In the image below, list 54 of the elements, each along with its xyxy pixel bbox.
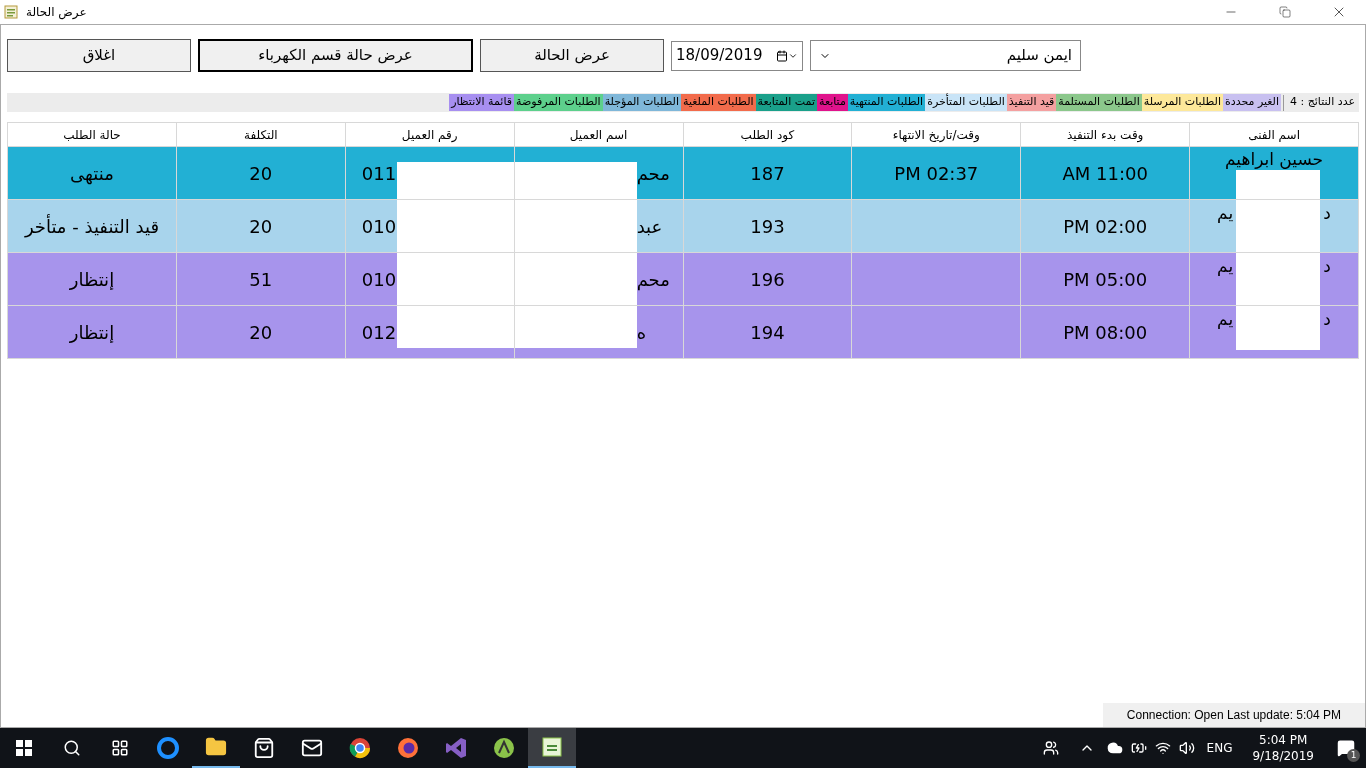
legend-tag: الطلبات الملغية bbox=[681, 94, 756, 111]
volume-icon[interactable] bbox=[1178, 740, 1195, 756]
app-icon bbox=[4, 5, 18, 19]
table-cell-text: 012 bbox=[361, 320, 397, 345]
table-cell: 20 bbox=[176, 306, 346, 359]
table-cell-text: يم bbox=[1217, 308, 1235, 330]
table-cell-text: د bbox=[1322, 308, 1331, 330]
legend-tag: الطلبات المستلمة bbox=[1056, 94, 1142, 111]
battery-icon[interactable] bbox=[1130, 740, 1147, 756]
action-button[interactable]: عرض الحالة bbox=[480, 39, 664, 72]
calendar-icon bbox=[776, 49, 788, 62]
action-button[interactable]: عرض حالة قسم الكهرباء bbox=[198, 39, 473, 72]
notification-badge: 1 bbox=[1347, 749, 1360, 762]
table-cell-text: 010 bbox=[361, 214, 397, 239]
table-cell-text: د bbox=[1322, 255, 1331, 277]
legend-tag: الطلبات المرفوضة bbox=[514, 94, 603, 111]
wifi-icon[interactable] bbox=[1154, 740, 1171, 756]
date-picker[interactable]: 18/09/2019 bbox=[671, 40, 803, 71]
language-indicator[interactable]: ENG bbox=[1206, 739, 1233, 757]
legend-tag: قائمة الانتظار bbox=[449, 94, 514, 111]
technician-dropdown[interactable]: ايمن سليم bbox=[810, 40, 1081, 71]
restore-icon bbox=[1279, 6, 1291, 18]
legend-tag: متابعة bbox=[817, 94, 848, 111]
legend-tag: الغير محددة bbox=[1222, 94, 1281, 111]
app-taskbar-icon[interactable] bbox=[528, 728, 576, 768]
clock[interactable]: 5:04 PM 9/18/2019 bbox=[1252, 732, 1314, 764]
table-cell-text: د bbox=[1322, 202, 1331, 224]
people-icon[interactable] bbox=[1042, 740, 1059, 756]
window-title: عرض الحالة bbox=[26, 4, 87, 21]
task-view-icon bbox=[111, 739, 129, 757]
legend-tag: الطلبات المؤجلة bbox=[602, 94, 681, 111]
table-cell-text: 010 bbox=[361, 267, 397, 292]
table-cell-text: حسين ابراهيم bbox=[1225, 148, 1324, 170]
notification-button[interactable]: 1 bbox=[1326, 728, 1366, 768]
legend-tag: الطلبات المتأخرة bbox=[925, 94, 1007, 111]
windows-icon bbox=[16, 740, 32, 756]
table-cell-text: عبد bbox=[636, 214, 663, 239]
legend-tag: الطلبات المرسلة bbox=[1141, 94, 1223, 111]
legend-tag: قيد التنفيذ bbox=[1006, 94, 1057, 111]
table-cell: 194 bbox=[683, 306, 853, 359]
cloud-icon[interactable] bbox=[1106, 740, 1123, 756]
table-cell-text: محم bbox=[636, 267, 670, 293]
action-button[interactable]: اغلاق bbox=[7, 39, 191, 72]
table-cell-text: يم bbox=[1217, 255, 1235, 277]
table-cell-text: ه bbox=[636, 320, 647, 345]
table-cell-text: يم bbox=[1217, 202, 1235, 224]
table-cell-text: 011 bbox=[361, 161, 397, 186]
legend-tag: الطلبات المنتهية bbox=[847, 94, 926, 111]
legend-tag: تمت المتابعة bbox=[755, 94, 817, 111]
status-bar: Connection: Open Last update: 5:04 PM bbox=[1102, 703, 1365, 727]
table-cell-text: محم bbox=[636, 161, 670, 187]
table-cell: إنتظار bbox=[8, 306, 177, 359]
table-cell: PM 08:00 bbox=[1021, 306, 1191, 359]
search-icon bbox=[63, 739, 81, 757]
